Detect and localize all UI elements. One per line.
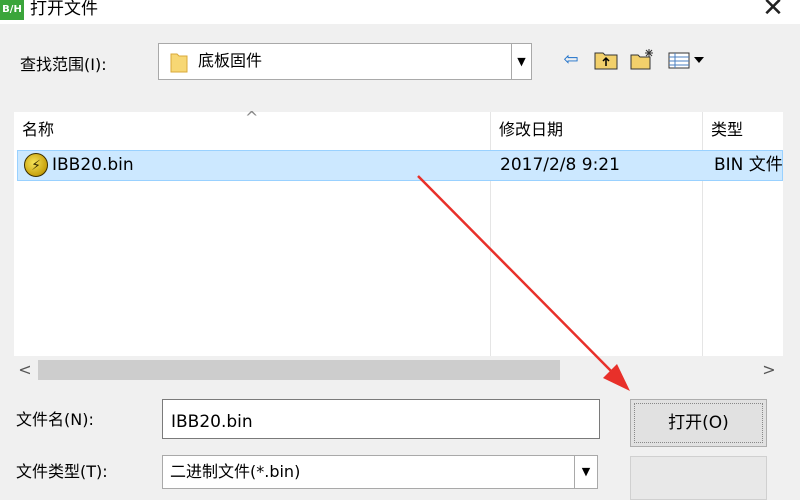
- folder-icon: [170, 53, 188, 73]
- file-date-cell: 2017/2/8 9:21: [500, 155, 620, 175]
- open-button[interactable]: 打开(O): [630, 399, 767, 447]
- file-name-cell: IBB20.bin: [52, 155, 134, 175]
- back-icon[interactable]: ⇦: [558, 46, 584, 74]
- file-name-input[interactable]: [162, 399, 600, 439]
- chevron-down-icon[interactable]: ▼: [511, 44, 531, 79]
- scrollbar-thumb[interactable]: [38, 360, 560, 380]
- cancel-button[interactable]: [630, 456, 767, 500]
- app-icon: B/H: [0, 0, 24, 20]
- file-type-cell: BIN 文件: [714, 155, 783, 175]
- column-header-type[interactable]: 类型: [702, 112, 783, 148]
- scroll-right-icon[interactable]: >: [758, 356, 780, 384]
- new-folder-icon[interactable]: [628, 46, 656, 74]
- chevron-down-icon[interactable]: ▼: [574, 456, 597, 488]
- file-name-label: 文件名(N):: [16, 410, 94, 429]
- scroll-left-icon[interactable]: <: [14, 356, 36, 384]
- look-in-value: 底板固件: [198, 51, 263, 70]
- window-title: 打开文件: [30, 0, 98, 19]
- look-in-label: 查找范围(I):: [20, 55, 107, 74]
- bin-file-icon: ⚡: [24, 153, 48, 177]
- column-header-date[interactable]: 修改日期: [490, 112, 702, 148]
- view-menu-icon[interactable]: [666, 46, 710, 74]
- sort-indicator-icon: ^: [245, 108, 259, 127]
- close-icon[interactable]: ✕: [756, 0, 790, 22]
- file-type-value: 二进制文件(*.bin): [170, 462, 301, 481]
- title-bar: [0, 0, 800, 24]
- file-type-label: 文件类型(T):: [16, 462, 108, 481]
- up-folder-icon[interactable]: [592, 46, 620, 74]
